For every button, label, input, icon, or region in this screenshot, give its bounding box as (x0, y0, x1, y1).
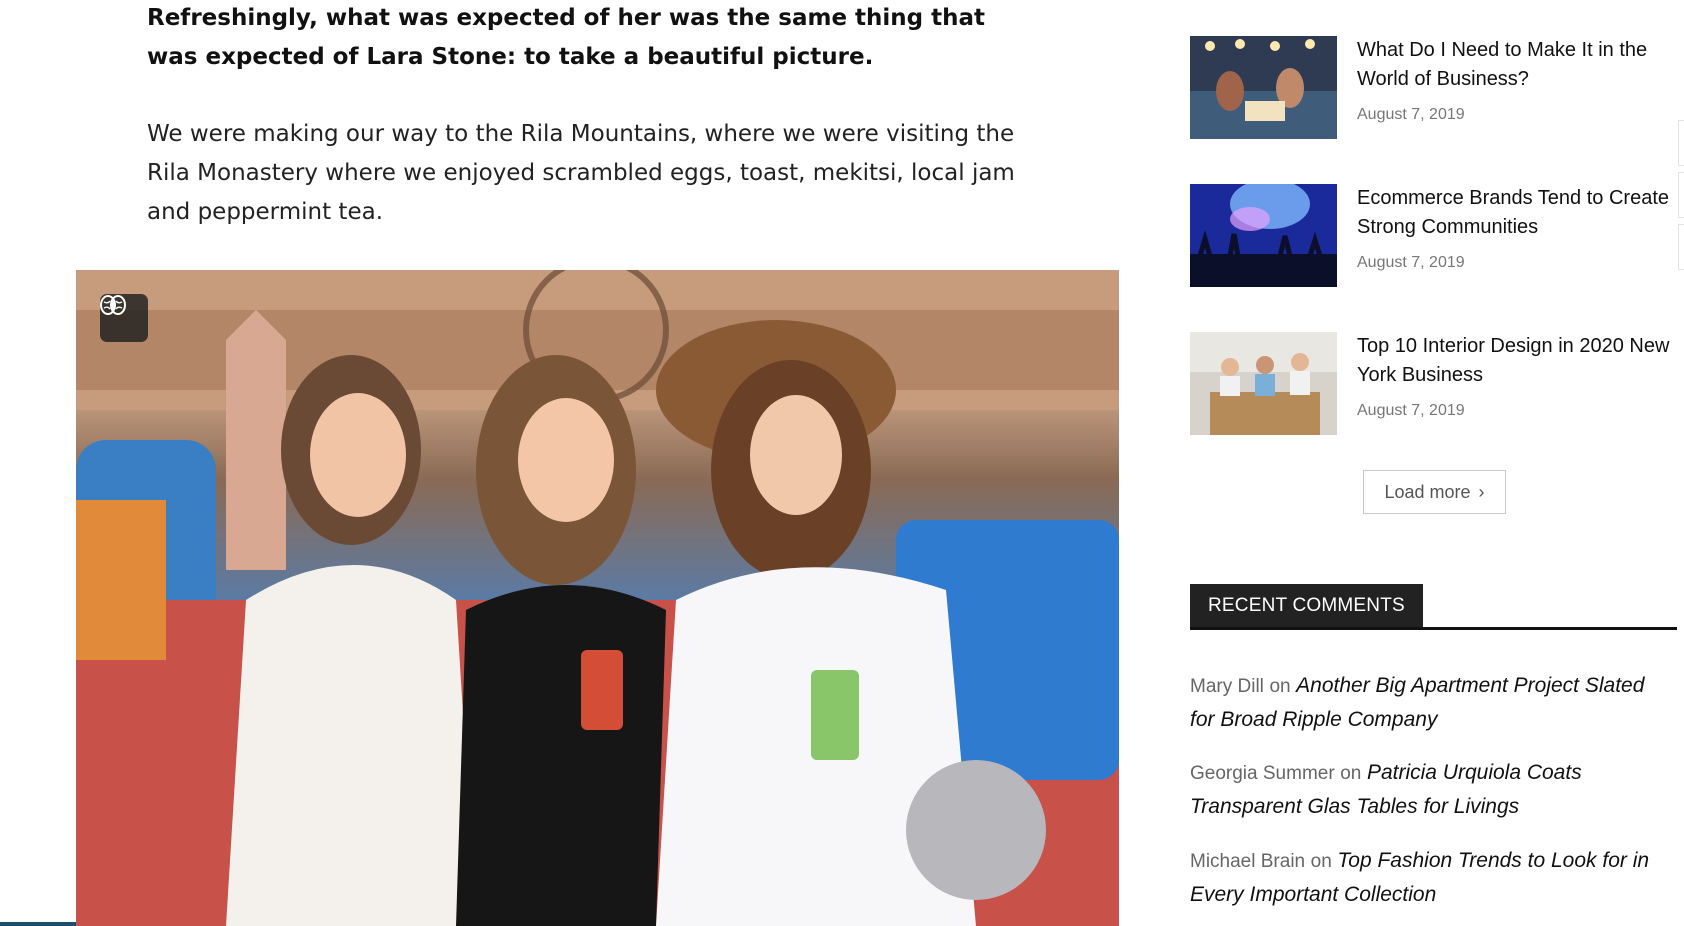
post-title[interactable]: Top 10 Interior Design in 2020 New York … (1357, 332, 1677, 390)
comment-author: Michael Brain (1190, 851, 1306, 872)
sidebar: What Do I Need to Make It in the World o… (1190, 0, 1684, 926)
post-date: August 7, 2019 (1357, 106, 1465, 123)
comment-author: Georgia Summer (1190, 763, 1335, 784)
comment-item: Michael Brain on Top Fashion Trends to L… (1190, 844, 1674, 912)
side-panel-tab[interactable] (1678, 172, 1684, 218)
chevron-right-icon: › (1478, 481, 1485, 502)
post-title[interactable]: What Do I Need to Make It in the World o… (1357, 36, 1677, 94)
comment-on: on (1340, 763, 1362, 784)
load-more-button[interactable]: Load more › (1363, 470, 1506, 514)
article-column: Refreshingly, what was expected of her w… (0, 0, 1120, 926)
comment-on: on (1310, 851, 1332, 872)
article-paragraph: We were making our way to the Rila Mount… (147, 121, 1015, 225)
side-panel-tab[interactable] (1678, 224, 1684, 270)
comment-item: Mary Dill on Another Big Apartment Proje… (1190, 669, 1674, 737)
post-thumbnail[interactable] (1190, 332, 1337, 435)
comment-on: on (1269, 676, 1291, 697)
post-title[interactable]: Ecommerce Brands Tend to Create Strong C… (1357, 184, 1677, 242)
brain-icon[interactable] (100, 294, 148, 342)
recent-comments-heading: RECENT COMMENTS (1190, 584, 1423, 627)
post-date: August 7, 2019 (1357, 254, 1465, 271)
side-panel-tab[interactable] (1678, 120, 1684, 166)
bottom-accent-bar (0, 922, 76, 926)
comment-item: Georgia Summer on Patricia Urquiola Coat… (1190, 756, 1674, 824)
article-hero-image (76, 270, 1119, 926)
recent-comments-header: RECENT COMMENTS (1190, 584, 1677, 630)
hero-photo-illustration (76, 270, 1119, 926)
post-thumbnail[interactable] (1190, 184, 1337, 287)
sidebar-post[interactable]: Ecommerce Brands Tend to Create Strong C… (1190, 184, 1684, 288)
load-more-label: Load more (1384, 481, 1471, 502)
article-lead: Refreshingly, what was expected of her w… (147, 5, 986, 70)
post-date: August 7, 2019 (1357, 402, 1465, 419)
comment-author: Mary Dill (1190, 676, 1264, 697)
post-thumbnail[interactable] (1190, 36, 1337, 139)
sidebar-post[interactable]: What Do I Need to Make It in the World o… (1190, 36, 1684, 140)
sidebar-post[interactable]: Top 10 Interior Design in 2020 New York … (1190, 332, 1684, 436)
